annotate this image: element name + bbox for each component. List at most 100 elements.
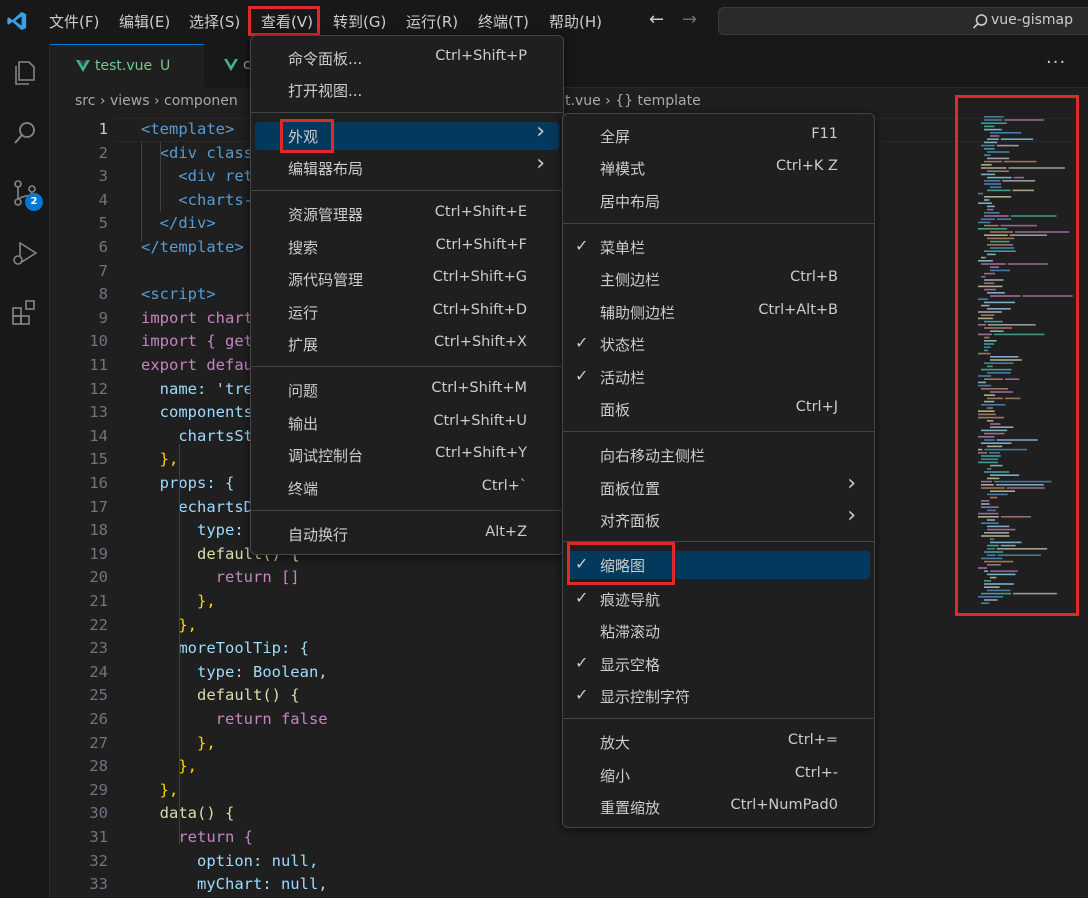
line-number: 11 — [89, 356, 108, 374]
menu-file[interactable]: 文件(F) — [49, 11, 99, 33]
menu-item-label: 面板位置 — [600, 480, 661, 498]
breadcrumb-file[interactable]: t.vue — [565, 93, 601, 109]
menu-item[interactable]: 居中布局 — [567, 187, 870, 215]
extensions-icon[interactable] — [10, 298, 40, 328]
breadcrumb-part[interactable]: views — [110, 93, 150, 109]
menu-item[interactable]: 资源管理器 Ctrl+Shift+E — [255, 200, 559, 228]
menu-item[interactable]: ✓ 显示空格 — [567, 650, 870, 678]
tab-status: U — [160, 58, 171, 74]
code-text: }, — [141, 757, 197, 776]
code-line[interactable]: 33 myChart: null, — [50, 873, 970, 897]
code-text: </div> — [141, 214, 216, 233]
line-number: 12 — [89, 379, 108, 398]
line-number: 20 — [89, 568, 108, 587]
code-text: <charts- — [141, 190, 253, 209]
menu-item[interactable]: ✓ 活动栏 — [567, 363, 870, 391]
menu-item-label: 显示空格 — [600, 656, 661, 674]
menu-item-shortcut: Ctrl+Shift+M — [431, 380, 527, 396]
forward-arrow-icon[interactable]: → — [682, 9, 697, 30]
appearance-submenu: 全屏 F11 禅模式 Ctrl+K Z 居中布局 ✓ 菜单栏 主侧边栏 Ctrl+B 辅助侧边栏 C… — [562, 113, 875, 828]
menu-item[interactable]: 输出 Ctrl+Shift+U — [255, 409, 559, 437]
menu-item[interactable]: 重置缩放 Ctrl+NumPad0 — [567, 793, 870, 821]
menu-item[interactable]: 向右移动主侧栏 — [567, 441, 870, 469]
menu-item[interactable]: 终端 Ctrl+` — [255, 474, 559, 502]
menu-item[interactable]: 打开视图... — [255, 76, 559, 104]
check-icon: ✓ — [575, 685, 589, 704]
menu-item[interactable]: 扩展 Ctrl+Shift+X — [255, 330, 559, 358]
menu-item[interactable]: ✓ 显示控制字符 — [567, 682, 870, 710]
code-text: }, — [141, 615, 197, 634]
menu-item[interactable]: ✓ 菜单栏 — [567, 233, 870, 261]
run-debug-icon[interactable] — [10, 238, 40, 268]
check-icon: ✓ — [575, 333, 589, 352]
menu-item[interactable]: 禅模式 Ctrl+K Z — [567, 154, 870, 182]
menu-item[interactable]: 缩小 Ctrl+- — [567, 761, 870, 789]
menu-item-label: 状态栏 — [600, 336, 646, 354]
menu-item[interactable]: 编辑器布局 › — [255, 151, 559, 182]
menu-item-label: 面板 — [600, 401, 631, 419]
search-icon — [972, 14, 988, 29]
code-line[interactable]: 31 return { — [50, 826, 970, 850]
menu-item-label: 命令面板... — [288, 50, 363, 68]
code-text: chartsSt — [141, 426, 253, 445]
search-icon[interactable] — [10, 118, 40, 148]
menu-item[interactable]: 全屏 F11 — [567, 122, 870, 150]
menu-run[interactable]: 运行(R) — [406, 11, 458, 33]
code-text: }, — [141, 780, 179, 799]
menu-item[interactable]: 自动换行 Alt+Z — [255, 520, 559, 548]
check-icon: ✓ — [575, 236, 589, 255]
menu-item-shortcut: Ctrl+Shift+E — [434, 204, 527, 220]
menu-item[interactable]: 问题 Ctrl+Shift+M — [255, 376, 559, 404]
menu-item-label: 全屏 — [600, 128, 631, 146]
menu-help[interactable]: 帮助(H) — [549, 11, 602, 33]
menu-item-shortcut: Ctrl+B — [790, 269, 838, 285]
code-text: echartsD — [141, 497, 253, 516]
menu-item[interactable]: 面板位置 › — [567, 471, 870, 502]
menu-item-label: 活动栏 — [600, 369, 646, 387]
menu-item[interactable]: ✓ 痕迹导航 — [567, 585, 870, 613]
menu-item[interactable]: 对齐面板 › — [567, 503, 870, 534]
menu-selection[interactable]: 选择(S) — [189, 11, 240, 33]
menu-item[interactable]: ✓ 状态栏 — [567, 330, 870, 358]
explorer-icon[interactable] — [10, 58, 40, 88]
menu-separator — [563, 718, 874, 719]
annotation-box-appearance — [280, 119, 334, 153]
breadcrumb-symbol[interactable]: {} template — [615, 93, 700, 109]
menu-terminal[interactable]: 终端(T) — [478, 11, 529, 33]
menu-item[interactable]: 命令面板... Ctrl+Shift+P — [255, 44, 559, 72]
menu-edit[interactable]: 编辑(E) — [119, 11, 170, 33]
line-number: 2 — [98, 143, 108, 162]
menu-item[interactable]: 主侧边栏 Ctrl+B — [567, 265, 870, 293]
menu-item-shortcut: Ctrl+Shift+X — [434, 334, 527, 350]
menu-item[interactable]: 源代码管理 Ctrl+Shift+G — [255, 265, 559, 293]
menu-item[interactable]: 搜索 Ctrl+Shift+F — [255, 233, 559, 261]
line-number: 5 — [98, 214, 108, 233]
breadcrumb-part[interactable]: src — [75, 93, 95, 109]
menu-item[interactable]: 放大 Ctrl+= — [567, 728, 870, 756]
code-line[interactable]: 32 option: null, — [50, 850, 970, 874]
command-center[interactable]: vue-gismap — [718, 7, 1088, 35]
menu-item[interactable]: 运行 Ctrl+Shift+D — [255, 298, 559, 326]
menu-item-shortcut: F11 — [811, 126, 838, 142]
indent-guide — [179, 444, 180, 844]
menu-item-label: 辅助侧边栏 — [600, 304, 676, 322]
menu-separator — [251, 190, 563, 191]
annotation-box-minimap-item — [567, 542, 675, 585]
menu-separator — [251, 366, 563, 367]
menu-item-shortcut: Ctrl+` — [481, 478, 527, 494]
breadcrumb-part[interactable]: componen — [164, 93, 238, 109]
tab-test-vue[interactable]: test.vue U — [50, 44, 204, 88]
menu-item[interactable]: 粘滞滚动 — [567, 617, 870, 645]
menu-go[interactable]: 转到(G) — [333, 11, 386, 33]
line-number: 13 — [89, 403, 108, 422]
menu-item[interactable]: 面板 Ctrl+J — [567, 395, 870, 423]
menu-item-label: 运行 — [288, 304, 319, 322]
tab-label: test.vue — [95, 58, 153, 74]
menu-item[interactable]: 调试控制台 Ctrl+Shift+Y — [255, 441, 559, 469]
code-text: name: 'tre — [141, 379, 253, 398]
menu-item-shortcut: Alt+Z — [485, 524, 527, 540]
menu-item[interactable]: 辅助侧边栏 Ctrl+Alt+B — [567, 298, 870, 326]
menu-item-shortcut: Ctrl+J — [795, 399, 838, 415]
more-actions-icon[interactable]: ··· — [1046, 52, 1066, 73]
back-arrow-icon[interactable]: ← — [649, 9, 664, 30]
